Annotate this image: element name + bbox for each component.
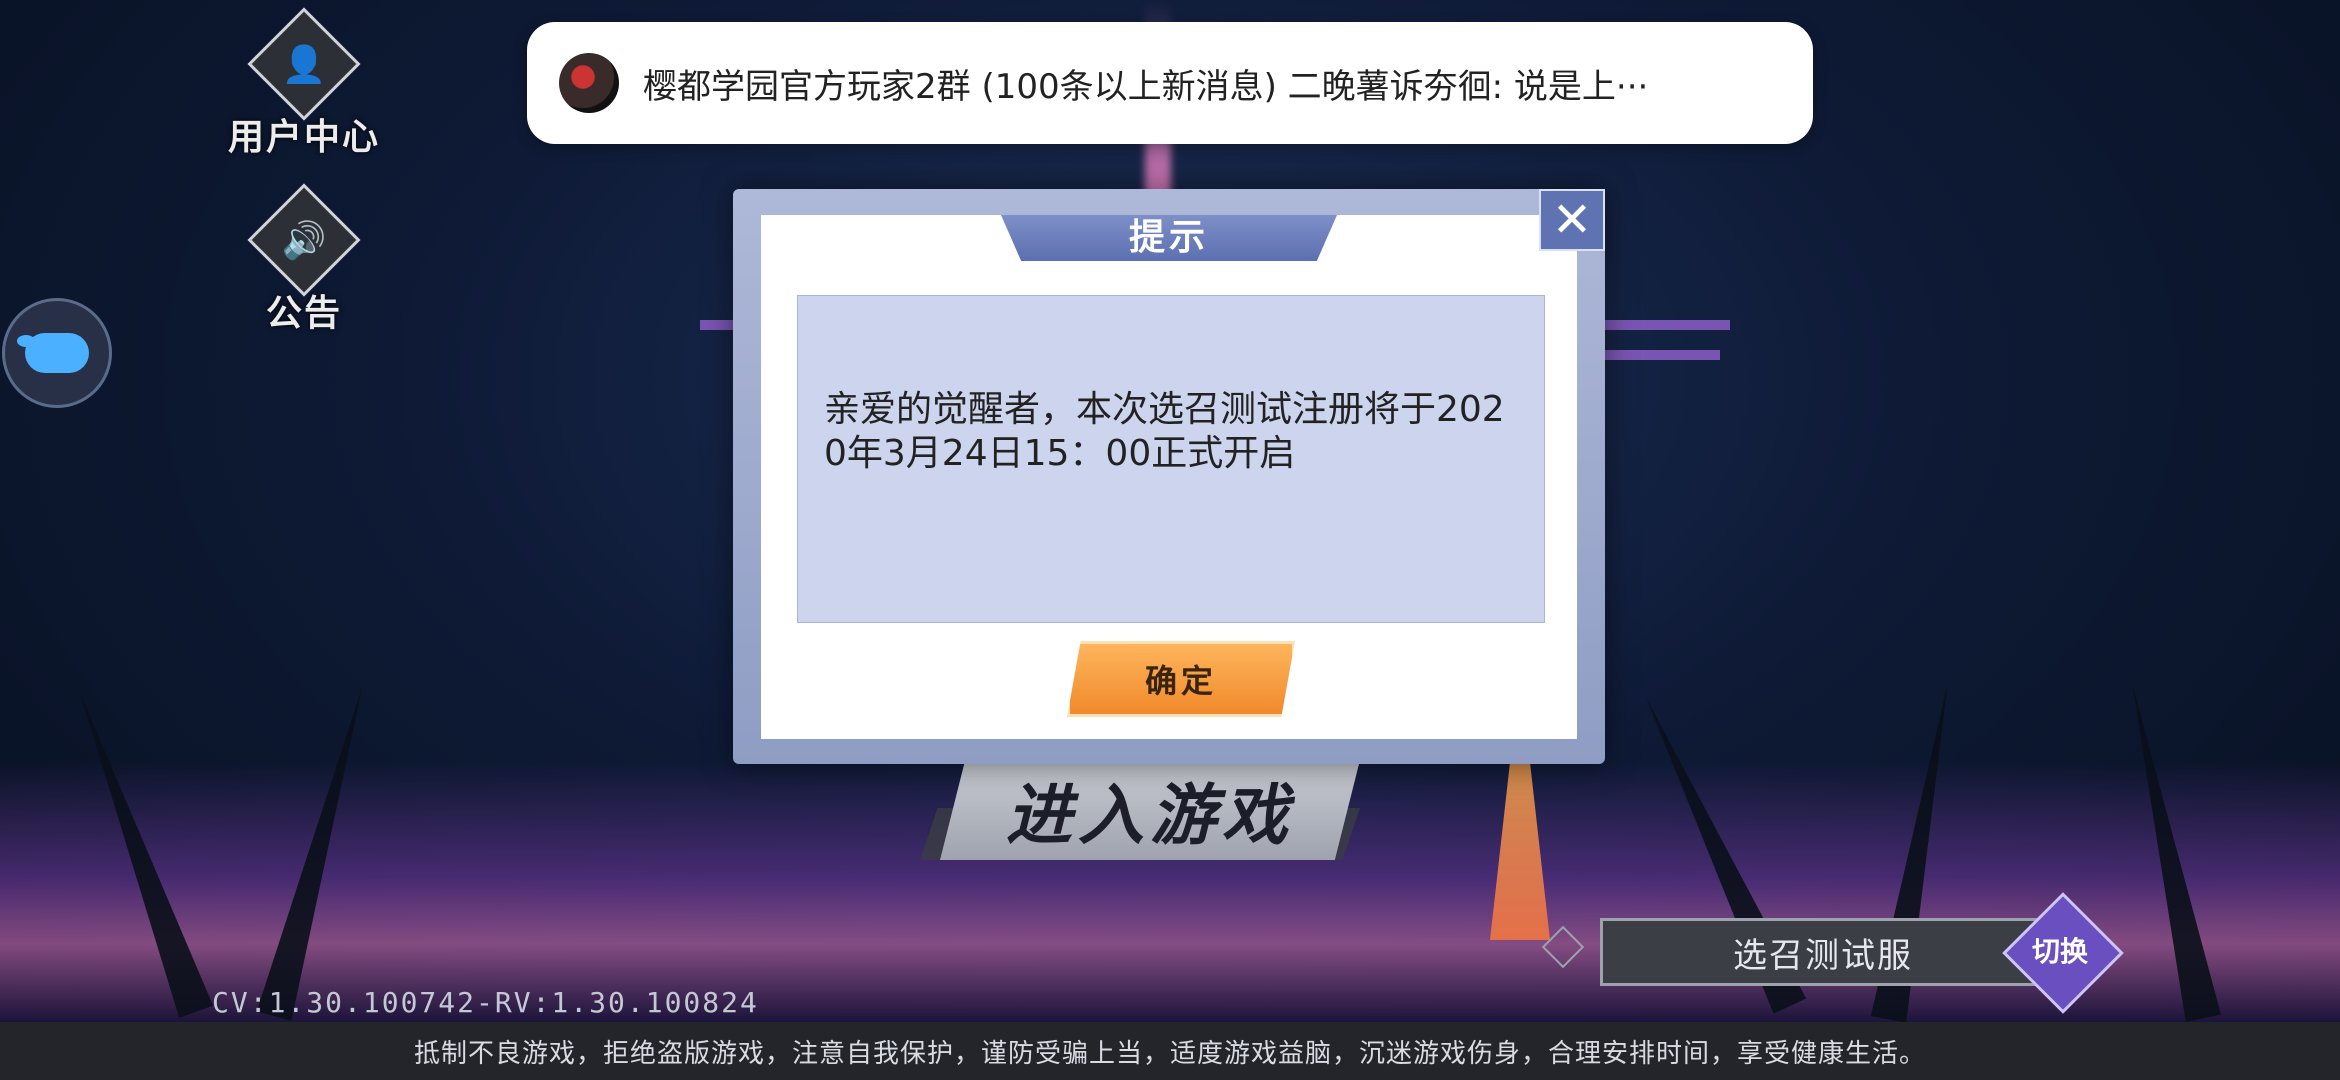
dialog-title: 提示 bbox=[1128, 217, 1209, 258]
floating-assistant-button[interactable] bbox=[2, 298, 112, 408]
pig-icon bbox=[17, 333, 89, 373]
version-text: CV:1.30.100742-RV:1.30.100824 bbox=[212, 986, 759, 1019]
notification-banner[interactable]: 樱都学园官方玩家2群 (100条以上新消息) 二晚薯诉夯徊: 说是上··· bbox=[527, 22, 1813, 144]
announcement-button[interactable]: 🔊 公告 bbox=[222, 183, 386, 336]
dialog-body: 提示 亲爱的觉醒者，本次选召测试注册将于2020年3月24日15：00正式开启 … bbox=[761, 215, 1577, 739]
health-notice-footer: 抵制不良游戏，拒绝盗版游戏，注意自我保护，谨防受骗上当，适度游戏益脑，沉迷游戏伤… bbox=[0, 1022, 2340, 1080]
user-center-button[interactable]: 👤 用户中心 bbox=[222, 7, 386, 160]
glow-bar bbox=[1600, 320, 1730, 330]
speaker-icon: 🔊 bbox=[247, 183, 361, 297]
enter-game-button[interactable]: 进入游戏 bbox=[940, 760, 1360, 860]
server-name[interactable]: 选召测试服 bbox=[1600, 918, 2046, 986]
user-icon: 👤 bbox=[247, 7, 361, 121]
notification-text: 樱都学园官方玩家2群 (100条以上新消息) 二晚薯诉夯徊: 说是上··· bbox=[643, 66, 1649, 107]
message-box: 亲爱的觉醒者，本次选召测试注册将于2020年3月24日15：00正式开启 bbox=[797, 295, 1545, 623]
close-icon[interactable]: ✕ bbox=[1539, 189, 1605, 251]
switch-server-label: 切换 bbox=[2031, 935, 2088, 968]
dialog-message: 亲爱的觉醒者，本次选召测试注册将于2020年3月24日15：00正式开启 bbox=[824, 389, 1505, 474]
group-avatar bbox=[559, 53, 619, 113]
dialog-title-bar: 提示 bbox=[1001, 215, 1337, 261]
confirm-button[interactable]: 确定 bbox=[1067, 641, 1295, 717]
notice-dialog: 提示 亲爱的觉醒者，本次选召测试注册将于2020年3月24日15：00正式开启 … bbox=[733, 189, 1605, 764]
